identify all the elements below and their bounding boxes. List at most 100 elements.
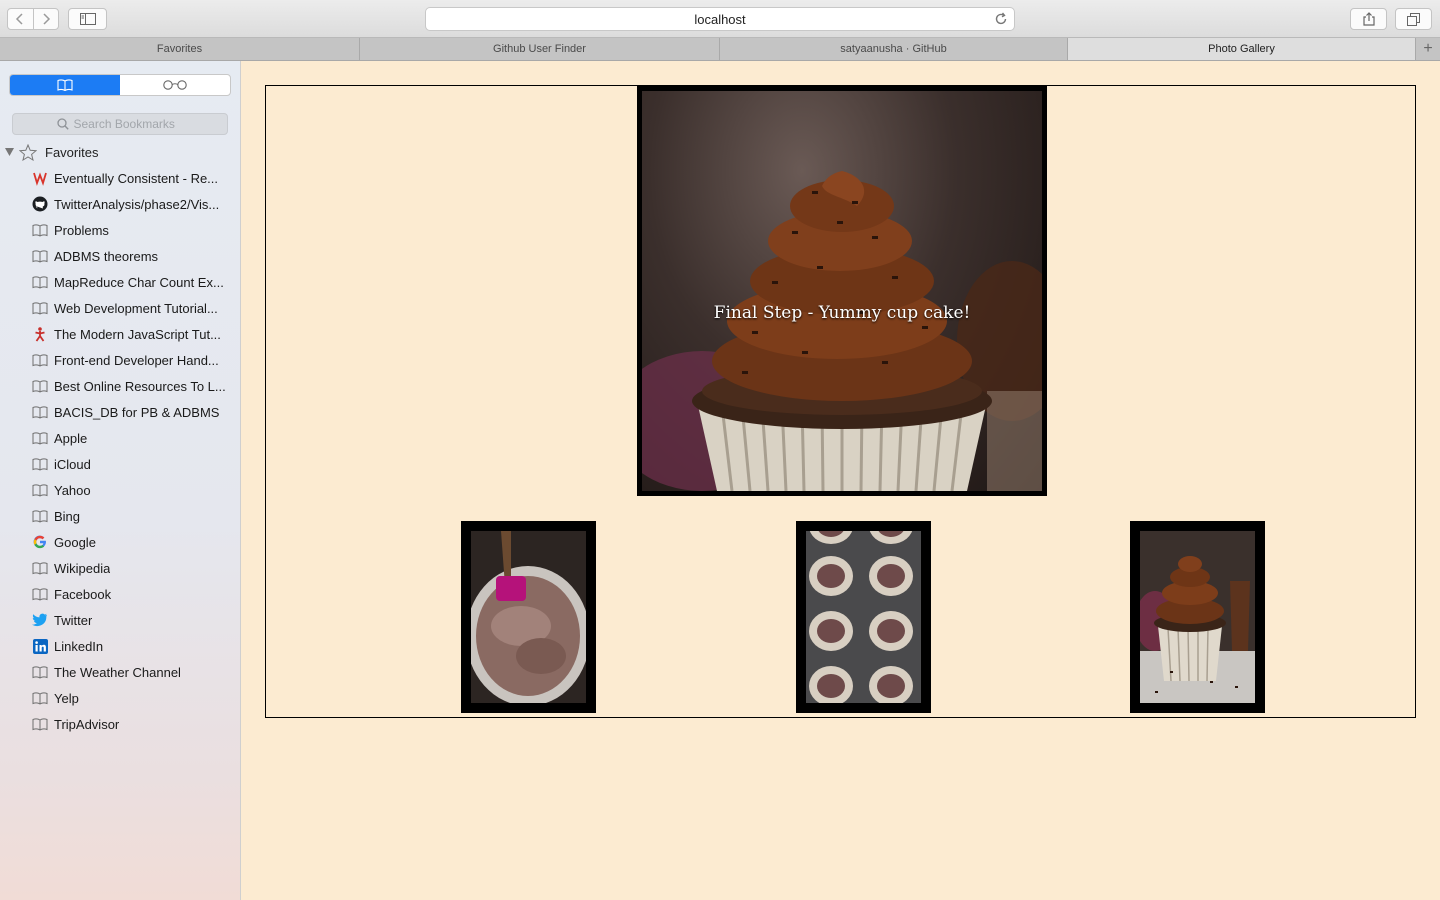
- bookmark-linkedin[interactable]: LinkedIn: [32, 633, 232, 659]
- bookmark-label: BACIS_DB for PB & ADBMS: [54, 404, 220, 420]
- tabs-overview-icon: [1407, 12, 1420, 26]
- bookmark-weather-channel[interactable]: The Weather Channel: [32, 659, 232, 685]
- bookmark-label: LinkedIn: [54, 638, 104, 654]
- js-tutorial-icon: [32, 326, 48, 342]
- featured-cupcake-photo: Final Step - Yummy cup cake!: [642, 91, 1042, 491]
- bookmark-mapreduce[interactable]: MapReduce Char Count Ex...: [32, 269, 232, 295]
- bookmark-apple[interactable]: Apple: [32, 425, 232, 451]
- book-icon: [32, 430, 48, 446]
- cupcake-tin-photo: [806, 531, 921, 703]
- reload-icon[interactable]: [994, 12, 1008, 26]
- book-icon: [32, 378, 48, 394]
- bookmark-label: Google: [54, 534, 96, 550]
- cupcake-tin-illustration: [806, 531, 921, 703]
- browser-toolbar: localhost: [0, 0, 1440, 38]
- bookmark-label: Problems: [54, 222, 109, 238]
- favorites-title: Favorites: [45, 144, 99, 160]
- thumbnail-batter-bowl[interactable]: [461, 521, 596, 713]
- bookmark-list: Eventually Consistent - Re... TwitterAna…: [32, 165, 232, 737]
- tab-photo-gallery[interactable]: Photo Gallery: [1068, 38, 1416, 60]
- sidebar-toggle-button[interactable]: [68, 8, 107, 30]
- search-icon: [56, 118, 69, 130]
- sidebar-icon: [79, 13, 96, 25]
- back-button[interactable]: [8, 9, 33, 29]
- address-bar[interactable]: localhost: [425, 7, 1015, 31]
- new-tab-button[interactable]: +: [1416, 38, 1440, 60]
- bookmark-label: Twitter: [54, 612, 93, 628]
- tab-github-user-finder[interactable]: Github User Finder: [360, 38, 720, 60]
- bookmark-tripadvisor[interactable]: TripAdvisor: [32, 711, 232, 737]
- twitter-icon: [32, 612, 48, 628]
- bookmark-label: Web Development Tutorial...: [54, 300, 218, 316]
- search-input[interactable]: [73, 117, 184, 131]
- bookmark-web-development[interactable]: Web Development Tutorial...: [32, 295, 232, 321]
- bookmark-label: The Weather Channel: [54, 664, 181, 680]
- forward-button[interactable]: [32, 9, 59, 29]
- show-tabs-button[interactable]: [1395, 8, 1432, 30]
- bookmark-icloud[interactable]: iCloud: [32, 451, 232, 477]
- book-icon: [32, 352, 48, 368]
- featured-photo-caption: Final Step - Yummy cup cake!: [713, 303, 971, 323]
- bookmark-facebook[interactable]: Facebook: [32, 581, 232, 607]
- tab-favorites[interactable]: Favorites: [0, 38, 360, 60]
- thumbnail-finished-cupcake[interactable]: [1130, 521, 1265, 713]
- bookmark-adbms-theorems[interactable]: ADBMS theorems: [32, 243, 232, 269]
- plus-icon: +: [1423, 40, 1433, 57]
- bookmark-label: Eventually Consistent - Re...: [54, 170, 219, 186]
- bookmark-frontend-handbook[interactable]: Front-end Developer Hand...: [32, 347, 232, 373]
- bookmark-label: Wikipedia: [54, 560, 111, 576]
- bookmark-label: TripAdvisor: [54, 716, 120, 732]
- linkedin-icon: [32, 638, 48, 654]
- history-nav: [7, 8, 59, 30]
- thumbnail-cupcake-tin[interactable]: [796, 521, 931, 713]
- tab-satyaanusha-github[interactable]: satyaanusha · GitHub: [720, 38, 1068, 60]
- book-icon: [32, 300, 48, 316]
- bookmark-label: Yelp: [54, 690, 79, 706]
- bookmark-label: MapReduce Char Count Ex...: [54, 274, 224, 290]
- bookmark-modern-javascript[interactable]: The Modern JavaScript Tut...: [32, 321, 232, 347]
- batter-bowl-photo: [471, 531, 586, 703]
- bookmark-label: The Modern JavaScript Tut...: [54, 326, 221, 342]
- bookmark-problems[interactable]: Problems: [32, 217, 232, 243]
- featured-cupcake-illustration: [642, 171, 1042, 491]
- book-icon: [32, 248, 48, 264]
- bookmarks-tab[interactable]: [10, 75, 120, 95]
- bookmarks-sidebar: Favorites Eventually Consistent - Re... …: [0, 61, 241, 900]
- bookmark-wikipedia[interactable]: Wikipedia: [32, 555, 232, 581]
- bookmark-label: ADBMS theorems: [54, 248, 159, 264]
- glasses-icon: [163, 80, 187, 90]
- bookmark-label: iCloud: [54, 456, 91, 472]
- book-icon: [32, 586, 48, 602]
- bookmark-twitteranalysis[interactable]: TwitterAnalysis/phase2/Vis...: [32, 191, 232, 217]
- book-icon: [32, 222, 48, 238]
- book-icon: [32, 404, 48, 420]
- share-icon: [1362, 12, 1375, 26]
- finished-cupcake-illustration: [1140, 531, 1255, 703]
- bookmark-google[interactable]: Google: [32, 529, 232, 555]
- bookmark-best-online-resources[interactable]: Best Online Resources To L...: [32, 373, 232, 399]
- tab-label: Favorites: [156, 43, 203, 55]
- bookmark-bacis-db[interactable]: BACIS_DB for PB & ADBMS: [32, 399, 232, 425]
- featured-photo-frame: Final Step - Yummy cup cake!: [637, 86, 1047, 496]
- github-icon: [32, 196, 48, 212]
- bookmark-bing[interactable]: Bing: [32, 503, 232, 529]
- reading-list-tab[interactable]: [120, 75, 230, 95]
- book-icon: [32, 456, 48, 472]
- bookmark-label: Facebook: [54, 586, 112, 602]
- tab-label: Photo Gallery: [1208, 43, 1275, 55]
- bookmark-label: Apple: [54, 430, 88, 446]
- bookmark-label: Bing: [54, 508, 81, 524]
- bookmark-eventually-consistent[interactable]: Eventually Consistent - Re...: [32, 165, 232, 191]
- chevron-left-icon: [16, 13, 23, 25]
- share-button[interactable]: [1350, 8, 1387, 30]
- wikipedia-w-icon: [32, 170, 48, 186]
- finished-cupcake-photo: [1140, 531, 1255, 703]
- book-icon: [32, 560, 48, 576]
- bookmarks-search-field[interactable]: [12, 113, 228, 135]
- book-icon: [32, 508, 48, 524]
- bookmark-yelp[interactable]: Yelp: [32, 685, 232, 711]
- bookmark-twitter[interactable]: Twitter: [32, 607, 232, 633]
- favorites-section-header[interactable]: Favorites: [4, 142, 98, 162]
- disclosure-triangle-icon[interactable]: [4, 147, 15, 157]
- bookmark-yahoo[interactable]: Yahoo: [32, 477, 232, 503]
